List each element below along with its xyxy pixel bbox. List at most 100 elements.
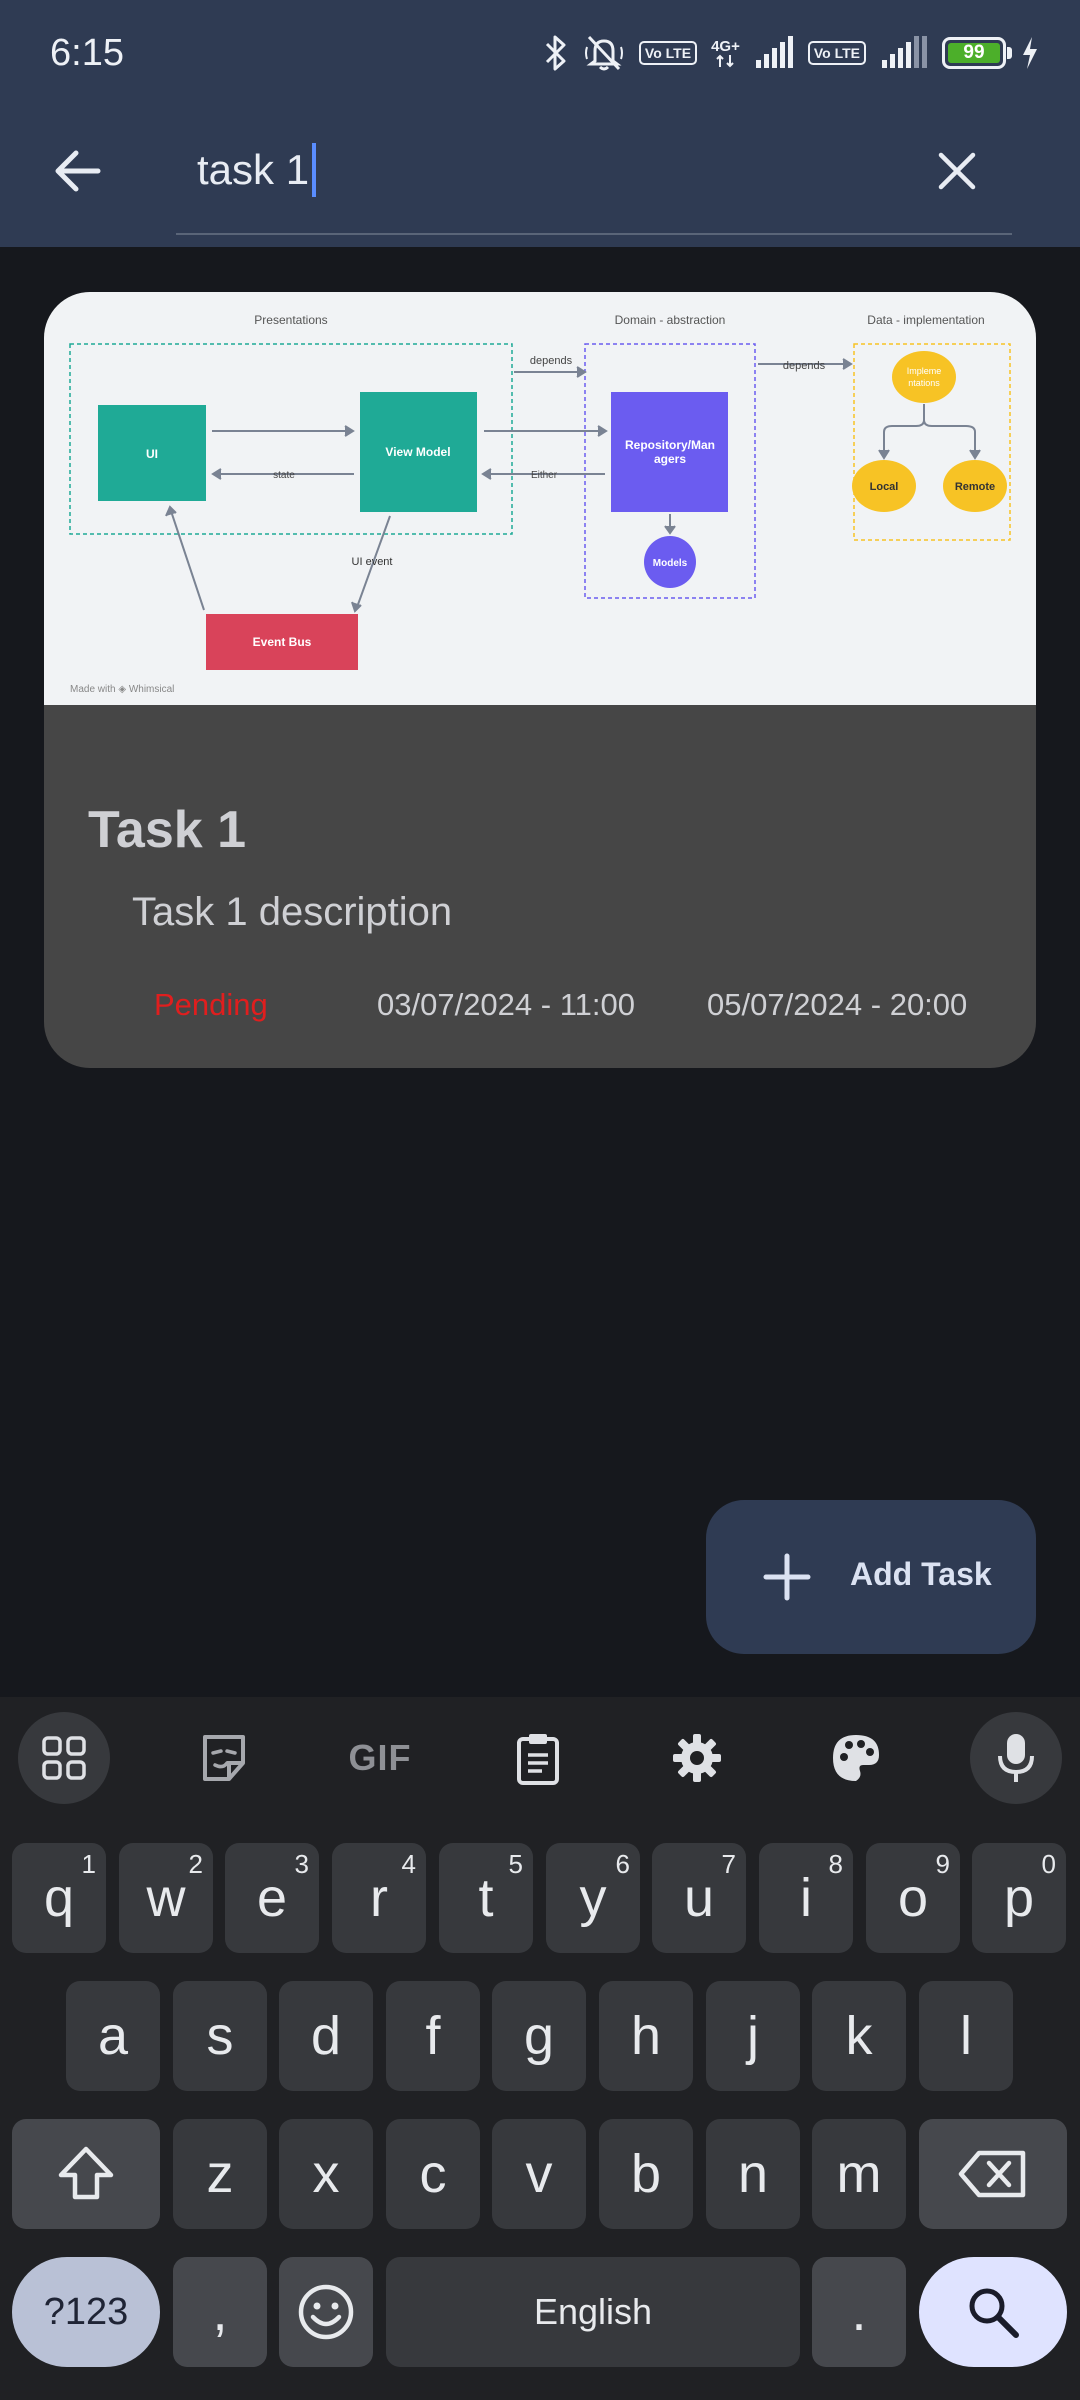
key-u-hint: 7 [721, 1849, 736, 1879]
emoji-key[interactable] [279, 2257, 373, 2367]
volte-badge-2: Vo LTE [807, 41, 866, 65]
key-p-hint: 0 [1041, 1849, 1056, 1879]
key-j[interactable]: j [706, 1981, 800, 2091]
event-bus-label: Event Bus [253, 635, 312, 649]
comma-key[interactable]: , [173, 2257, 267, 2367]
repository-label-2: agers [654, 452, 686, 466]
key-w[interactable]: w2 [119, 1843, 213, 1953]
key-u-label: u [683, 1868, 715, 1928]
shift-key[interactable] [12, 2119, 160, 2229]
key-r[interactable]: r4 [332, 1843, 426, 1953]
data-arrows-icon [716, 54, 735, 67]
volte-badge-1: Vo LTE [638, 41, 698, 65]
key-t[interactable]: t5 [439, 1843, 533, 1953]
implementations-label-1: Impleme [907, 366, 942, 376]
key-b[interactable]: b [599, 2119, 693, 2229]
task-title: Task 1 [88, 801, 247, 859]
theme-button[interactable] [810, 1712, 902, 1804]
symbols-key[interactable]: ?123 [12, 2257, 160, 2367]
clear-search-button[interactable] [916, 130, 998, 212]
key-e[interactable]: e3 [225, 1843, 319, 1953]
key-q-hint: 1 [81, 1849, 96, 1879]
key-c[interactable]: c [386, 2119, 480, 2229]
key-s[interactable]: s [173, 1981, 267, 2091]
key-e-label: e [256, 1868, 288, 1928]
key-z[interactable]: z [173, 2119, 267, 2229]
top-app-bar: 6:15 Vo LTE 4G+ Vo LTE 99 task 1 [0, 0, 1080, 247]
bell-off-icon [584, 35, 623, 71]
space-key[interactable]: English [386, 2257, 800, 2367]
network-indicator: 4G+ [711, 39, 740, 68]
key-w-hint: 2 [188, 1849, 203, 1879]
key-w-label: w [146, 1868, 186, 1928]
ui-box-label: UI [146, 447, 158, 461]
key-i-hint: 8 [828, 1849, 843, 1879]
key-y[interactable]: y6 [546, 1843, 640, 1953]
add-task-button[interactable]: Add Task [706, 1500, 1036, 1654]
key-o-label: o [897, 1868, 929, 1928]
models-label: Models [653, 558, 688, 569]
key-i[interactable]: i8 [759, 1843, 853, 1953]
backspace-icon [958, 2150, 1026, 2198]
search-underline [176, 233, 1012, 235]
key-n[interactable]: n [706, 2119, 800, 2229]
keyboard-apps-button[interactable] [18, 1712, 110, 1804]
settings-button[interactable] [651, 1712, 743, 1804]
signal-icon [755, 36, 793, 68]
sticker-icon [203, 1735, 245, 1781]
period-key[interactable]: . [812, 2257, 906, 2367]
bluetooth-icon [545, 35, 566, 71]
backspace-key[interactable] [919, 2119, 1067, 2229]
sticker-button[interactable] [178, 1712, 270, 1804]
label-depends-2: depends [783, 360, 826, 372]
key-q-label: q [43, 1868, 75, 1928]
add-task-label: Add Task [850, 1556, 992, 1592]
key-l[interactable]: l [919, 1981, 1013, 2091]
back-button[interactable] [36, 130, 118, 212]
text-caret [312, 143, 317, 197]
key-q[interactable]: q1 [12, 1843, 106, 1953]
whimsical-watermark: Made with ◈ Whimsical [70, 684, 174, 695]
key-f[interactable]: f [386, 1981, 480, 2091]
task-status: Pending [154, 987, 268, 1022]
task-card[interactable]: Presentations Domain - abstraction Data … [44, 292, 1036, 1068]
key-p[interactable]: p0 [972, 1843, 1066, 1953]
status-icons: Vo LTE 4G+ Vo LTE 99 [543, 30, 1040, 76]
section-data: Data - implementation [867, 313, 984, 327]
key-y-label: y [579, 1868, 607, 1928]
key-d[interactable]: d [279, 1981, 373, 2091]
key-a[interactable]: a [66, 1981, 160, 2091]
charging-icon [1023, 37, 1037, 69]
key-r-hint: 4 [401, 1849, 416, 1879]
palette-icon [833, 1735, 879, 1781]
microphone-icon [998, 1734, 1034, 1782]
task-start-date: 03/07/2024 - 11:00 [377, 987, 635, 1022]
label-state: state [273, 470, 295, 481]
gif-button[interactable]: GIF [334, 1712, 426, 1804]
search-input[interactable]: task 1 [197, 138, 897, 202]
key-u[interactable]: u7 [652, 1843, 746, 1953]
label-ui-event: UI event [352, 556, 393, 568]
key-v[interactable]: v [492, 2119, 586, 2229]
shift-icon [58, 2146, 114, 2200]
status-time: 6:15 [50, 32, 124, 74]
label-either: Either [531, 470, 558, 481]
plus-icon [763, 1553, 811, 1601]
implementations-label-2: ntations [908, 378, 940, 388]
clipboard-icon [517, 1734, 559, 1785]
voice-input-button[interactable] [970, 1712, 1062, 1804]
grid-icon [42, 1736, 86, 1780]
local-label: Local [870, 481, 899, 493]
clipboard-button[interactable] [492, 1712, 584, 1804]
key-h[interactable]: h [599, 1981, 693, 2091]
key-x[interactable]: x [279, 2119, 373, 2229]
key-o[interactable]: o9 [866, 1843, 960, 1953]
key-t-hint: 5 [508, 1849, 523, 1879]
key-g[interactable]: g [492, 1981, 586, 2091]
key-k[interactable]: k [812, 1981, 906, 2091]
battery-icon: 99 [942, 37, 1012, 69]
key-e-hint: 3 [294, 1849, 309, 1879]
search-action-key[interactable] [919, 2257, 1067, 2367]
signal-icon-2 [882, 36, 927, 68]
key-m[interactable]: m [812, 2119, 906, 2229]
